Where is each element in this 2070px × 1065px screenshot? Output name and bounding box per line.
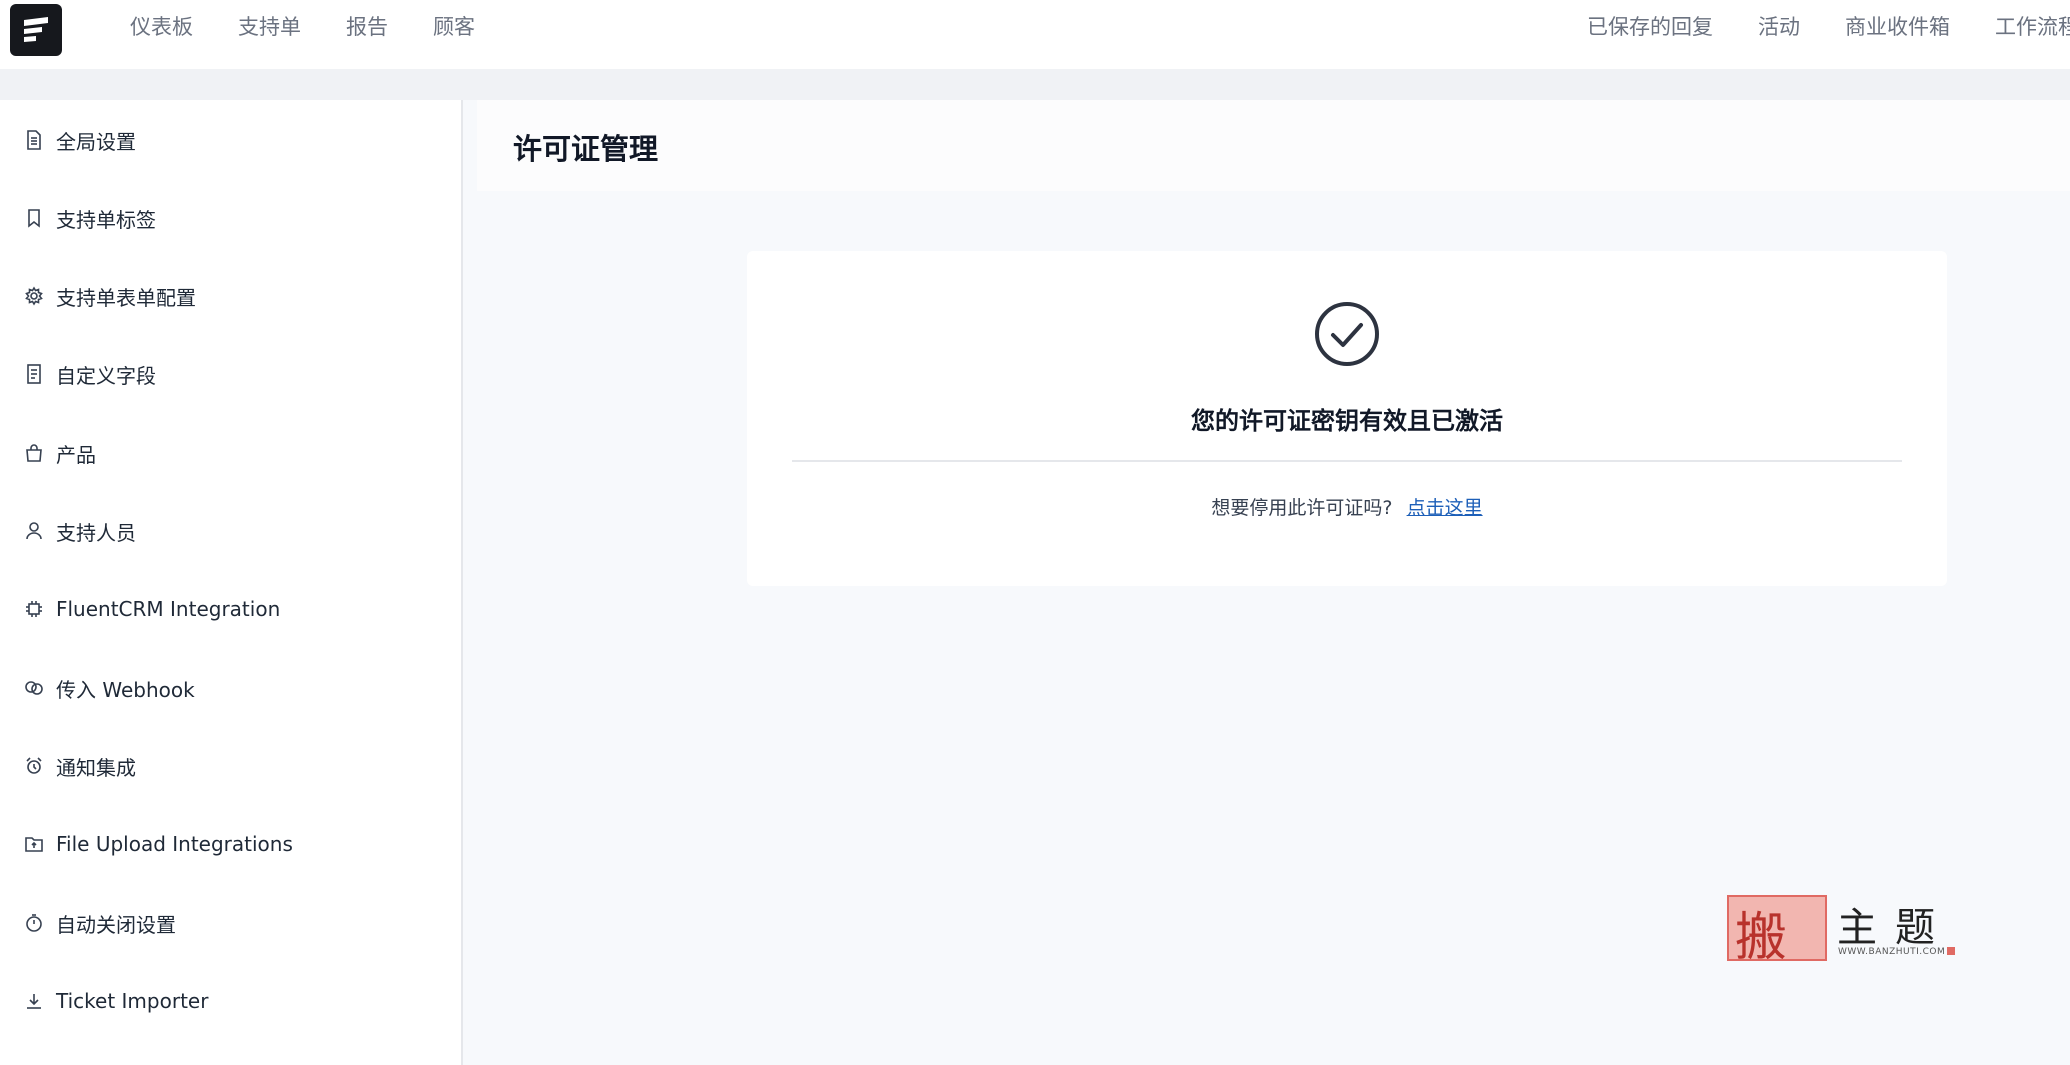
bookmark-icon	[24, 208, 44, 228]
watermark-url: WWW.BANZHUTI.COM	[1838, 947, 1946, 957]
user-icon	[24, 521, 44, 541]
sidebar-item-ticket-importer[interactable]: Ticket Importer	[24, 981, 208, 1021]
folder-upload-icon	[24, 834, 44, 854]
sidebar-item-fluentcrm[interactable]: FluentCRM Integration	[24, 589, 280, 629]
sidebar-item-label: FluentCRM Integration	[56, 597, 281, 621]
deactivate-license-link[interactable]: 点击这里	[1407, 497, 1483, 519]
watermark-dot	[1947, 947, 1955, 955]
nav-saved-replies[interactable]: 已保存的回复	[1587, 12, 1713, 42]
nav-customers[interactable]: 顾客	[433, 12, 475, 42]
list-document-icon	[24, 364, 44, 384]
nav-tickets[interactable]: 支持单	[238, 12, 301, 42]
download-icon	[24, 991, 44, 1011]
nav-reports[interactable]: 报告	[346, 12, 388, 42]
stopwatch-icon	[24, 913, 44, 933]
watermark-char: 搬	[1735, 908, 1788, 968]
deactivate-row: 想要停用此许可证吗? 点击这里	[747, 493, 1947, 520]
nav-activities[interactable]: 活动	[1758, 12, 1800, 42]
sidebar-item-products[interactable]: 产品	[24, 433, 96, 473]
sidebar-item-global-settings[interactable]: 全局设置	[24, 120, 136, 160]
page-title: 许可证管理	[513, 132, 659, 166]
sidebar-item-label: 支持单标签	[56, 207, 156, 232]
chip-icon	[24, 599, 44, 619]
sidebar-item-file-upload[interactable]: File Upload Integrations	[24, 824, 293, 864]
gear-icon	[24, 286, 44, 306]
sidebar-item-support-staff[interactable]: 支持人员	[24, 511, 136, 551]
sidebar-item-auto-close[interactable]: 自动关闭设置	[24, 903, 176, 943]
alarm-clock-icon	[24, 756, 44, 776]
nav-business-inboxes[interactable]: 商业收件箱	[1845, 12, 1950, 42]
sidebar-item-label: 支持人员	[56, 520, 136, 545]
sidebar-item-custom-fields[interactable]: 自定义字段	[24, 354, 156, 394]
sidebar-item-label: 自动关闭设置	[56, 912, 176, 937]
sidebar-item-ticket-form-config[interactable]: 支持单表单配置	[24, 276, 196, 316]
document-icon	[24, 130, 44, 150]
sidebar-item-label: 全局设置	[56, 129, 136, 154]
webhook-icon	[24, 678, 44, 698]
sidebar-item-label: Ticket Importer	[56, 989, 209, 1013]
header-separator	[0, 69, 2070, 100]
sidebar-item-label: 通知集成	[56, 755, 136, 780]
check-circle-icon	[1315, 302, 1379, 366]
sidebar-item-label: 产品	[56, 442, 96, 467]
nav-workflows[interactable]: 工作流程	[1995, 12, 2070, 42]
sidebar-item-label: 支持单表单配置	[56, 285, 196, 310]
settings-sidebar: 全局设置 支持单标签 支持单表单配置 自定义字段 产品 支持人员 FluentC…	[0, 100, 463, 1065]
sidebar-item-label: File Upload Integrations	[56, 832, 293, 856]
sidebar-item-incoming-webhook[interactable]: 传入 Webhook	[24, 668, 195, 708]
sidebar-item-ticket-tags[interactable]: 支持单标签	[24, 198, 156, 238]
sidebar-item-label: 传入 Webhook	[56, 677, 195, 702]
sidebar-item-notification-integrations[interactable]: 通知集成	[24, 746, 136, 786]
nav-dashboard[interactable]: 仪表板	[130, 12, 193, 42]
app-logo[interactable]	[10, 4, 62, 56]
nav-primary: 仪表板 支持单 报告 顾客	[130, 12, 475, 42]
license-status-card: 您的许可证密钥有效且已激活 想要停用此许可证吗? 点击这里	[747, 251, 1947, 586]
license-status-message: 您的许可证密钥有效且已激活	[1191, 407, 1503, 435]
divider	[792, 460, 1902, 462]
watermark-logo: 搬 主题 WWW.BANZHUTI.COM	[1725, 893, 1957, 968]
deactivate-prompt: 想要停用此许可证吗?	[1211, 497, 1393, 519]
nav-secondary: 已保存的回复 活动 商业收件箱 工作流程	[1587, 12, 2070, 42]
shopping-bag-icon	[24, 443, 44, 463]
top-navbar: 仪表板 支持单 报告 顾客 已保存的回复 活动 商业收件箱 工作流程	[0, 0, 2070, 69]
page-header: 许可证管理	[477, 100, 2070, 191]
watermark-text: 主题	[1837, 905, 1953, 951]
sidebar-item-label: 自定义字段	[56, 363, 156, 388]
